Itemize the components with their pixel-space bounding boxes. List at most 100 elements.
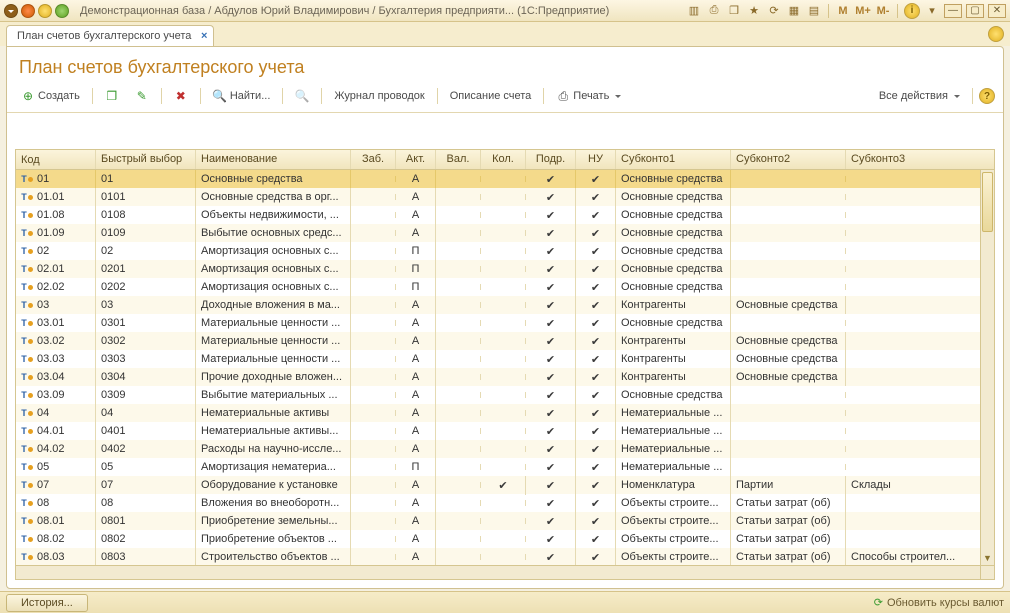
cell-val	[436, 284, 481, 290]
all-actions-button[interactable]: Все действия	[873, 87, 966, 105]
col-nu[interactable]: НУ	[576, 150, 616, 169]
table-row[interactable]: T04.020402Расходы на научно-иссле...А✔✔Н…	[16, 440, 980, 458]
cell-sub1: Контрагенты	[616, 350, 731, 368]
table-row[interactable]: T04.010401Нематериальные активы...А✔✔Нем…	[16, 422, 980, 440]
memory-m-button[interactable]: M	[835, 3, 851, 19]
cell-sub3	[846, 320, 980, 326]
table-row[interactable]: T03.020302Материальные ценности ...А✔✔Ко…	[16, 332, 980, 350]
cell-sub3	[846, 464, 980, 470]
scroll-down-icon[interactable]: ▼	[981, 551, 994, 565]
refresh-rates-link[interactable]: Обновить курсы валют	[887, 597, 1004, 609]
table-row[interactable]: T01.090109Выбытие основных средс...А✔✔Ос…	[16, 224, 980, 242]
description-button[interactable]: Описание счета	[444, 87, 538, 105]
col-sub1[interactable]: Субконто1	[616, 150, 731, 169]
account-t-icon: T	[21, 227, 33, 239]
col-val[interactable]: Вал.	[436, 150, 481, 169]
close-button[interactable]: ✕	[988, 4, 1006, 18]
traffic-green-icon[interactable]	[55, 4, 69, 18]
toolbar-calendar-icon[interactable]: ▤	[806, 3, 822, 19]
edit-button[interactable]: ✎	[129, 86, 155, 106]
col-zab[interactable]: Заб.	[351, 150, 396, 169]
cell-zab	[351, 536, 396, 542]
table-row[interactable]: T0808Вложения во внеоборотн...А✔✔Объекты…	[16, 494, 980, 512]
info-icon[interactable]: i	[904, 3, 920, 19]
check-icon: ✔	[591, 552, 600, 564]
toolbar-star-icon[interactable]: ★	[746, 3, 762, 19]
cell-zab	[351, 302, 396, 308]
app-menu-icon[interactable]	[4, 4, 18, 18]
create-label: Создать	[38, 90, 80, 102]
toolbar-copy-icon[interactable]: ❐	[726, 3, 742, 19]
print-button[interactable]: ⎙ Печать	[550, 86, 627, 106]
toolbar-doc-icon[interactable]: ▥	[686, 3, 702, 19]
table-row[interactable]: T0303Доходные вложения в ма...А✔✔Контраг…	[16, 296, 980, 314]
horizontal-scrollbar[interactable]	[16, 565, 980, 579]
toolbar-history-icon[interactable]: ⟳	[766, 3, 782, 19]
find-button[interactable]: 🔍 Найти...	[207, 86, 277, 106]
clear-filter-button[interactable]: 🔍	[289, 86, 315, 106]
col-name[interactable]: Наименование	[196, 150, 351, 169]
cell-akt: А	[396, 350, 436, 368]
copy-button[interactable]: ❐	[99, 86, 125, 106]
toolbar-calc-icon[interactable]: ▦	[786, 3, 802, 19]
traffic-yellow-icon[interactable]	[38, 4, 52, 18]
cell-sub2	[731, 392, 846, 398]
vertical-scrollbar[interactable]: ▲ ▼	[980, 170, 994, 565]
journal-button[interactable]: Журнал проводок	[328, 87, 430, 105]
grid-body[interactable]: T0101Основные средстваА✔✔Основные средст…	[16, 170, 980, 565]
description-label: Описание счета	[450, 90, 532, 102]
table-row[interactable]: T03.090309Выбытие материальных ...А✔✔Осн…	[16, 386, 980, 404]
cell-code: T04.01	[16, 422, 96, 440]
memory-mplus-button[interactable]: M+	[855, 3, 871, 19]
cell-fast: 02	[96, 242, 196, 260]
col-kol[interactable]: Кол.	[481, 150, 526, 169]
status-bar: История... ⟳ Обновить курсы валют	[0, 591, 1010, 613]
table-row[interactable]: T03.030303Материальные ценности ...А✔✔Ко…	[16, 350, 980, 368]
tab-settings-icon[interactable]	[988, 26, 1004, 42]
table-row[interactable]: T01.010101Основные средства в орг...А✔✔О…	[16, 188, 980, 206]
toolbar-print-icon[interactable]: ⎙	[706, 3, 722, 19]
maximize-button[interactable]: ▢	[966, 4, 984, 18]
cell-sub3	[846, 356, 980, 362]
table-row[interactable]: T08.020802Приобретение объектов ...А✔✔Об…	[16, 530, 980, 548]
table-row[interactable]: T02.020202Амортизация основных с...П✔✔Ос…	[16, 278, 980, 296]
table-row[interactable]: T03.040304Прочие доходные вложен...А✔✔Ко…	[16, 368, 980, 386]
delete-button[interactable]: ✖	[168, 86, 194, 106]
cell-name: Вложения во внеоборотн...	[196, 494, 351, 512]
table-row[interactable]: T03.010301Материальные ценности ...А✔✔Ос…	[16, 314, 980, 332]
cell-sub1: Основные средства	[616, 278, 731, 296]
cell-fast: 0803	[96, 548, 196, 565]
col-code[interactable]: Код	[16, 150, 96, 169]
cell-code: T02.01	[16, 260, 96, 278]
table-row[interactable]: T0505Амортизация нематериа...П✔✔Нематери…	[16, 458, 980, 476]
help-icon[interactable]: ?	[979, 88, 995, 104]
table-row[interactable]: T0101Основные средстваА✔✔Основные средст…	[16, 170, 980, 188]
table-row[interactable]: T01.080108Объекты недвижимости, ...А✔✔Ос…	[16, 206, 980, 224]
table-row[interactable]: T08.030803Строительство объектов ...А✔✔О…	[16, 548, 980, 565]
table-row[interactable]: T0404Нематериальные активыА✔✔Нематериаль…	[16, 404, 980, 422]
traffic-red-icon[interactable]	[21, 4, 35, 18]
history-button[interactable]: История...	[6, 594, 88, 612]
minimize-button[interactable]: —	[944, 4, 962, 18]
cell-nu: ✔	[576, 386, 616, 405]
table-row[interactable]: T08.010801Приобретение земельны...А✔✔Объ…	[16, 512, 980, 530]
col-sub3[interactable]: Субконто3	[846, 150, 994, 169]
memory-mminus-button[interactable]: M-	[875, 3, 891, 19]
account-t-icon: T	[21, 425, 33, 437]
cell-code: T01.01	[16, 188, 96, 206]
scroll-thumb[interactable]	[982, 172, 993, 232]
cell-fast: 01	[96, 170, 196, 188]
table-row[interactable]: T0202Амортизация основных с...П✔✔Основны…	[16, 242, 980, 260]
create-button[interactable]: ⊕ Создать	[15, 86, 86, 106]
table-row[interactable]: T0707Оборудование к установкеА✔✔✔Номенкл…	[16, 476, 980, 494]
refresh-icon[interactable]: ⟳	[874, 596, 883, 609]
col-akt[interactable]: Акт.	[396, 150, 436, 169]
tab-close-icon[interactable]: ×	[201, 30, 207, 42]
col-sub2[interactable]: Субконто2	[731, 150, 846, 169]
dropdown-icon[interactable]: ▾	[924, 3, 940, 19]
col-fast[interactable]: Быстрый выбор	[96, 150, 196, 169]
cell-kol	[481, 536, 526, 542]
col-podr[interactable]: Подр.	[526, 150, 576, 169]
table-row[interactable]: T02.010201Амортизация основных с...П✔✔Ос…	[16, 260, 980, 278]
tab-chart-of-accounts[interactable]: План счетов бухгалтерского учета ×	[6, 25, 214, 46]
